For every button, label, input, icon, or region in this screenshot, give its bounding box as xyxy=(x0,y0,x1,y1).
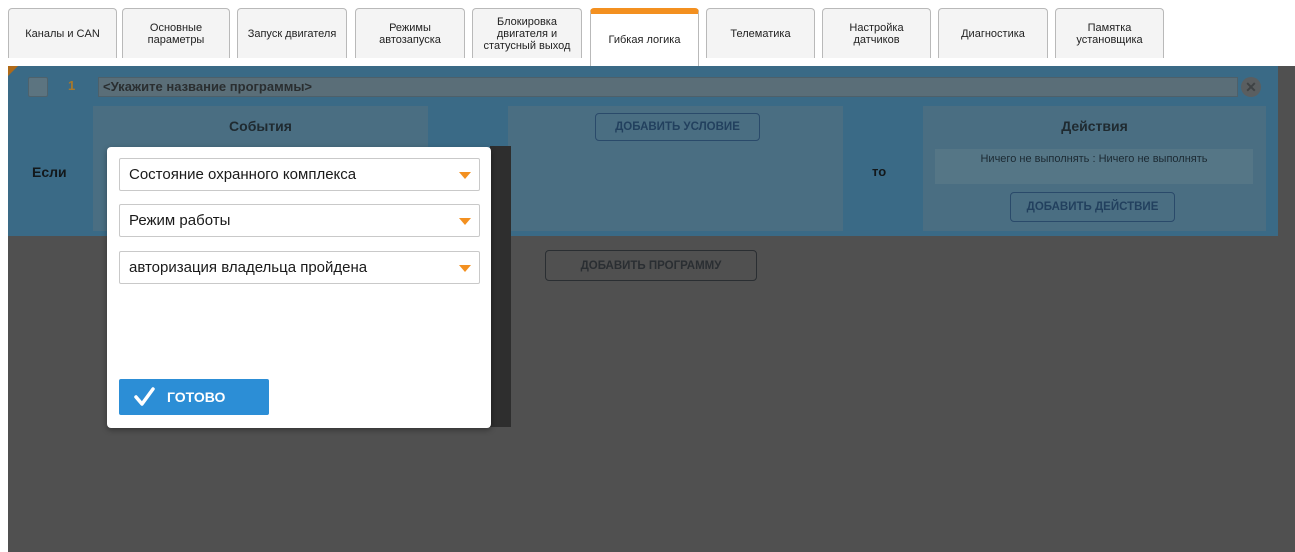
tab-sensor-settings[interactable]: Настройка датчиков xyxy=(822,8,931,58)
condition-value-select[interactable]: авторизация владельца пройдена xyxy=(119,251,480,284)
tab-flexible-logic[interactable]: Гибкая логика xyxy=(590,8,699,66)
tab-autostart-modes[interactable]: Режимы автозапуска xyxy=(355,8,465,58)
actions-title: Действия xyxy=(1061,118,1128,134)
condition-parameter-select[interactable]: Режим работы xyxy=(119,204,480,237)
done-button[interactable]: ГОТОВО xyxy=(119,379,269,415)
tab-diagnostics[interactable]: Диагностика xyxy=(938,8,1048,58)
chevron-down-icon xyxy=(459,218,471,225)
tab-engine-start[interactable]: Запуск двигателя xyxy=(237,8,347,58)
chevron-down-icon xyxy=(459,172,471,179)
add-action-button[interactable]: ДОБАВИТЬ ДЕЙСТВИЕ xyxy=(1010,192,1175,222)
tab-telematics[interactable]: Телематика xyxy=(706,8,815,58)
tab-label: Телематика xyxy=(730,27,791,40)
tab-main-params[interactable]: Основные параметры xyxy=(122,8,230,58)
add-condition-button[interactable]: ДОБАВИТЬ УСЛОВИЕ xyxy=(595,113,760,141)
checkmark-icon xyxy=(134,387,155,406)
tab-label: Настройка датчиков xyxy=(849,21,904,46)
tab-label: Запуск двигателя xyxy=(247,27,337,40)
tab-label: Диагностика xyxy=(961,27,1025,40)
program-name-input[interactable]: <Укажите название программы> xyxy=(98,77,1238,97)
tab-engine-block[interactable]: Блокировка двигателя и статусный выход xyxy=(472,8,582,58)
then-label: то xyxy=(872,164,887,179)
close-icon[interactable]: ✕ xyxy=(1241,77,1261,97)
events-title: События xyxy=(229,118,292,134)
corner-marker xyxy=(8,66,18,76)
select-value: Режим работы xyxy=(129,212,231,229)
action-item[interactable]: Ничего не выполнять : Ничего не выполнят… xyxy=(935,149,1253,184)
if-label: Если xyxy=(32,164,67,180)
tab-label: Каналы и CAN xyxy=(25,27,100,40)
program-checkbox[interactable] xyxy=(28,77,48,97)
program-number: 1 xyxy=(68,78,76,93)
tab-bar: Каналы и CAN Основные параметры Запуск д… xyxy=(8,8,1295,67)
select-value: Состояние охранного комплекса xyxy=(129,166,357,183)
select-value: авторизация владельца пройдена xyxy=(129,259,368,276)
modal-shadow-panel xyxy=(490,146,511,427)
tab-label: Основные параметры xyxy=(147,21,205,46)
tab-label: Памятка установщика xyxy=(1076,21,1143,46)
condition-modal: Состояние охранного комплекса Режим рабо… xyxy=(107,147,491,428)
add-program-button[interactable]: ДОБАВИТЬ ПРОГРАММУ xyxy=(545,250,757,281)
tab-label: Режимы автозапуска xyxy=(379,21,441,46)
condition-category-select[interactable]: Состояние охранного комплекса xyxy=(119,158,480,191)
tab-installer-memo[interactable]: Памятка установщика xyxy=(1055,8,1164,58)
tab-label: Блокировка двигателя и статусный выход xyxy=(483,15,571,52)
chevron-down-icon xyxy=(459,265,471,272)
tab-channels-can[interactable]: Каналы и CAN xyxy=(8,8,117,58)
tab-label: Гибкая логика xyxy=(608,34,681,46)
done-label: ГОТОВО xyxy=(167,389,226,405)
